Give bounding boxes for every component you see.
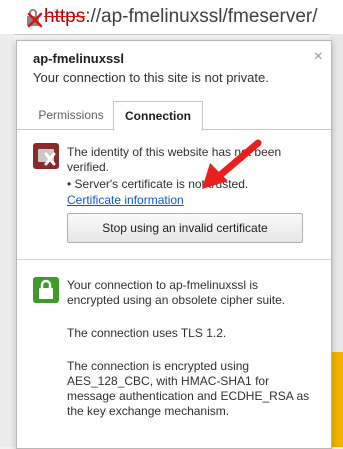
cipher-details-text: The connection is encrypted using AES_12… xyxy=(67,359,310,418)
tab-connection[interactable]: Connection xyxy=(113,101,203,131)
page-background-left xyxy=(0,34,14,447)
page-yellow-strip xyxy=(332,352,343,447)
popup-site-name: ap-fmelinuxssl xyxy=(33,51,125,66)
site-info-popup: ap-fmelinuxssl Your connection to this s… xyxy=(16,40,332,449)
url-text[interactable]: https://ap-fmelinuxssl/fmeserver/ xyxy=(44,6,318,28)
url-rest: ://ap-fmelinuxssl/fmeserver/ xyxy=(85,6,318,27)
annotation-arrow-icon xyxy=(202,139,262,189)
address-bar[interactable]: https://ap-fmelinuxssl/fmeserver/ xyxy=(0,0,343,35)
insecure-lock-icon[interactable] xyxy=(24,8,46,28)
url-scheme: https xyxy=(44,6,86,27)
certificate-information-link[interactable]: Certificate information xyxy=(67,193,184,207)
secure-lock-icon xyxy=(33,277,59,303)
section-divider xyxy=(17,259,331,260)
popup-subtitle: Your connection to this site is not priv… xyxy=(33,70,269,85)
tab-permissions[interactable]: Permissions xyxy=(27,101,115,129)
tls-version-text: The connection uses TLS 1.2. xyxy=(67,326,227,340)
identity-error-icon xyxy=(33,143,59,169)
popup-tabs: Permissions Connection xyxy=(17,101,331,131)
close-icon[interactable]: × xyxy=(314,49,323,65)
encryption-summary: Your connection to ap-fmelinuxssl is enc… xyxy=(67,278,286,307)
stop-invalid-certificate-button[interactable]: Stop using an invalid certificate xyxy=(67,213,303,243)
